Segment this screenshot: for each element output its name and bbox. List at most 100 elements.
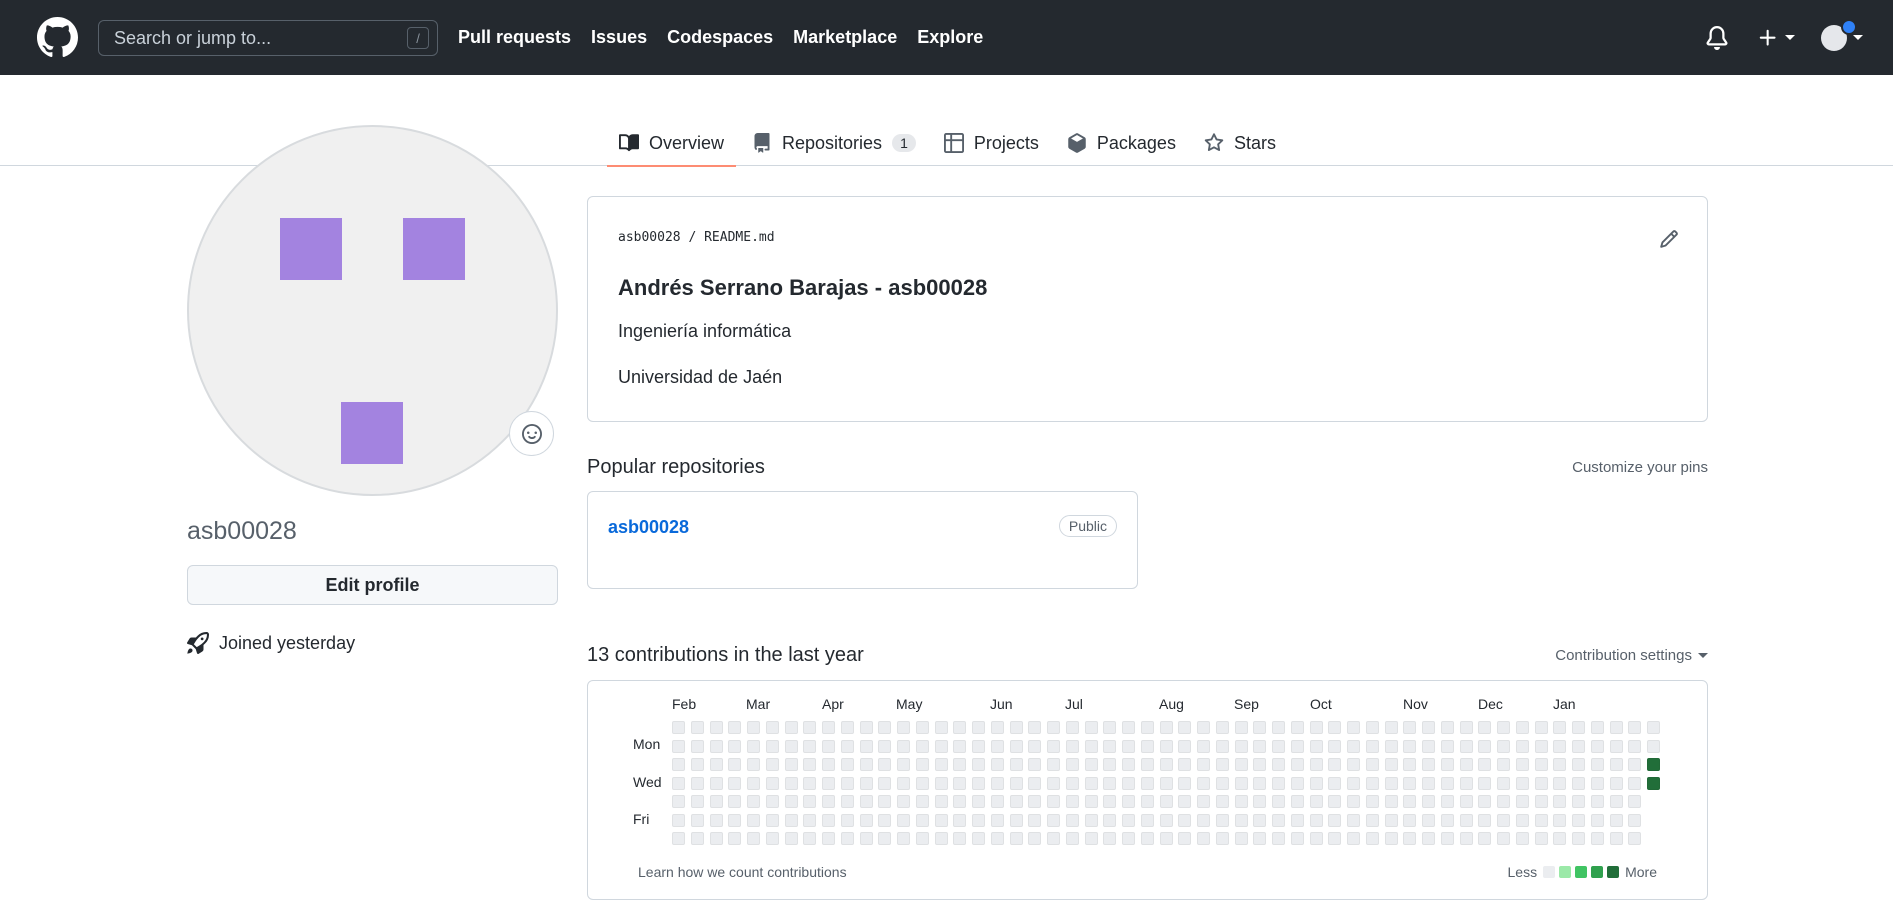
contribution-cell[interactable]	[1272, 758, 1285, 771]
contribution-cell[interactable]	[1328, 721, 1342, 734]
contribution-cell[interactable]	[1140, 832, 1154, 845]
contribution-cell[interactable]	[1384, 813, 1398, 827]
nav-explore[interactable]: Explore	[917, 27, 983, 48]
user-menu[interactable]	[1821, 18, 1863, 51]
create-new-dropdown[interactable]	[1757, 27, 1795, 49]
tab-projects[interactable]: Projects	[932, 120, 1051, 166]
contribution-cell[interactable]	[1103, 758, 1117, 771]
contribution-cell[interactable]	[1347, 795, 1360, 808]
contribution-cell[interactable]	[990, 795, 1004, 808]
contribution-cell[interactable]	[728, 832, 742, 845]
contribution-cell[interactable]	[1497, 721, 1510, 734]
contribution-cell[interactable]	[1234, 739, 1248, 753]
contribution-cell[interactable]	[1534, 721, 1548, 734]
contribution-cell[interactable]	[1197, 832, 1210, 845]
contribution-cell[interactable]	[1347, 739, 1360, 753]
contribution-cell[interactable]	[972, 776, 985, 790]
nav-marketplace[interactable]: Marketplace	[793, 27, 897, 48]
contribution-cell[interactable]	[1553, 776, 1567, 790]
contribution-cell[interactable]	[840, 721, 854, 734]
contribution-cell[interactable]	[1140, 739, 1154, 753]
contribution-cell[interactable]	[840, 832, 854, 845]
contribution-cell[interactable]	[953, 776, 967, 790]
contribution-cell[interactable]	[1590, 776, 1604, 790]
contribution-cell[interactable]	[1122, 795, 1135, 808]
contribution-cell[interactable]	[915, 758, 929, 771]
contribution-cell[interactable]	[1478, 721, 1492, 734]
readme-file-link[interactable]: README.md	[704, 230, 774, 245]
contribution-cell[interactable]	[803, 739, 817, 753]
contribution-cell[interactable]	[709, 795, 723, 808]
contribution-cell[interactable]	[859, 721, 873, 734]
contribution-cell[interactable]	[1422, 813, 1435, 827]
contribution-cell[interactable]	[1234, 832, 1248, 845]
nav-issues[interactable]: Issues	[591, 27, 647, 48]
contribution-cell[interactable]	[690, 721, 704, 734]
contribution-cell[interactable]	[1647, 758, 1660, 771]
contribution-cell[interactable]	[1534, 739, 1548, 753]
contribution-cell[interactable]	[1403, 776, 1417, 790]
nav-pull-requests[interactable]: Pull requests	[458, 27, 571, 48]
contribution-cell[interactable]	[747, 832, 760, 845]
contribution-cell[interactable]	[1403, 758, 1417, 771]
contribution-cell[interactable]	[1272, 721, 1285, 734]
contribution-cell[interactable]	[1497, 813, 1510, 827]
contribution-cell[interactable]	[1403, 795, 1417, 808]
contribution-cell[interactable]	[747, 758, 760, 771]
contribution-cell[interactable]	[1572, 795, 1585, 808]
contribution-cell[interactable]	[1609, 758, 1623, 771]
contribution-cell[interactable]	[1103, 739, 1117, 753]
contribution-cell[interactable]	[784, 721, 798, 734]
contribution-cell[interactable]	[784, 832, 798, 845]
contribution-cell[interactable]	[915, 721, 929, 734]
contribution-cell[interactable]	[953, 739, 967, 753]
contribution-cell[interactable]	[728, 758, 742, 771]
contribution-cell[interactable]	[1572, 758, 1585, 771]
contribution-cell[interactable]	[1065, 832, 1079, 845]
contribution-cell[interactable]	[784, 758, 798, 771]
contribution-cell[interactable]	[1403, 721, 1417, 734]
contribution-cell[interactable]	[1290, 721, 1304, 734]
contribution-cell[interactable]	[1309, 721, 1323, 734]
contribution-cell[interactable]	[1253, 758, 1267, 771]
contribution-cell[interactable]	[1440, 813, 1454, 827]
search-input[interactable]: Search or jump to... /	[98, 20, 438, 56]
contribution-cell[interactable]	[1309, 795, 1323, 808]
contribution-cell[interactable]	[1028, 758, 1042, 771]
contribution-cell[interactable]	[822, 758, 835, 771]
contribution-cell[interactable]	[878, 795, 892, 808]
contribution-cell[interactable]	[953, 795, 967, 808]
contribution-cell[interactable]	[934, 795, 948, 808]
contribution-cell[interactable]	[690, 795, 704, 808]
contribution-cell[interactable]	[1103, 721, 1117, 734]
contribution-cell[interactable]	[1253, 832, 1267, 845]
contribution-cell[interactable]	[1328, 739, 1342, 753]
contribution-cell[interactable]	[934, 813, 948, 827]
contribution-cell[interactable]	[1384, 739, 1398, 753]
contribution-cell[interactable]	[1159, 721, 1173, 734]
contribution-cell[interactable]	[1572, 832, 1585, 845]
contribution-cell[interactable]	[859, 739, 873, 753]
contribution-cell[interactable]	[1234, 795, 1248, 808]
contribution-cell[interactable]	[1459, 813, 1473, 827]
contribution-cell[interactable]	[765, 795, 779, 808]
contribution-cell[interactable]	[1497, 758, 1510, 771]
contribution-cell[interactable]	[1290, 776, 1304, 790]
repo-name-link[interactable]: asb00028	[608, 517, 689, 538]
contribution-cell[interactable]	[1572, 739, 1585, 753]
contribution-cell[interactable]	[859, 832, 873, 845]
contribution-cell[interactable]	[1103, 776, 1117, 790]
contribution-cell[interactable]	[1215, 813, 1229, 827]
contribution-cell[interactable]	[1009, 776, 1023, 790]
contribution-cell[interactable]	[690, 776, 704, 790]
contribution-cell[interactable]	[803, 776, 817, 790]
contribution-cell[interactable]	[1347, 776, 1360, 790]
contribution-cell[interactable]	[709, 758, 723, 771]
contribution-cell[interactable]	[953, 832, 967, 845]
contribution-cell[interactable]	[1197, 739, 1210, 753]
contribution-cell[interactable]	[878, 776, 892, 790]
contribution-cell[interactable]	[709, 776, 723, 790]
tab-stars[interactable]: Stars	[1192, 120, 1288, 166]
contribution-cell[interactable]	[1497, 795, 1510, 808]
contribution-cell[interactable]	[990, 813, 1004, 827]
